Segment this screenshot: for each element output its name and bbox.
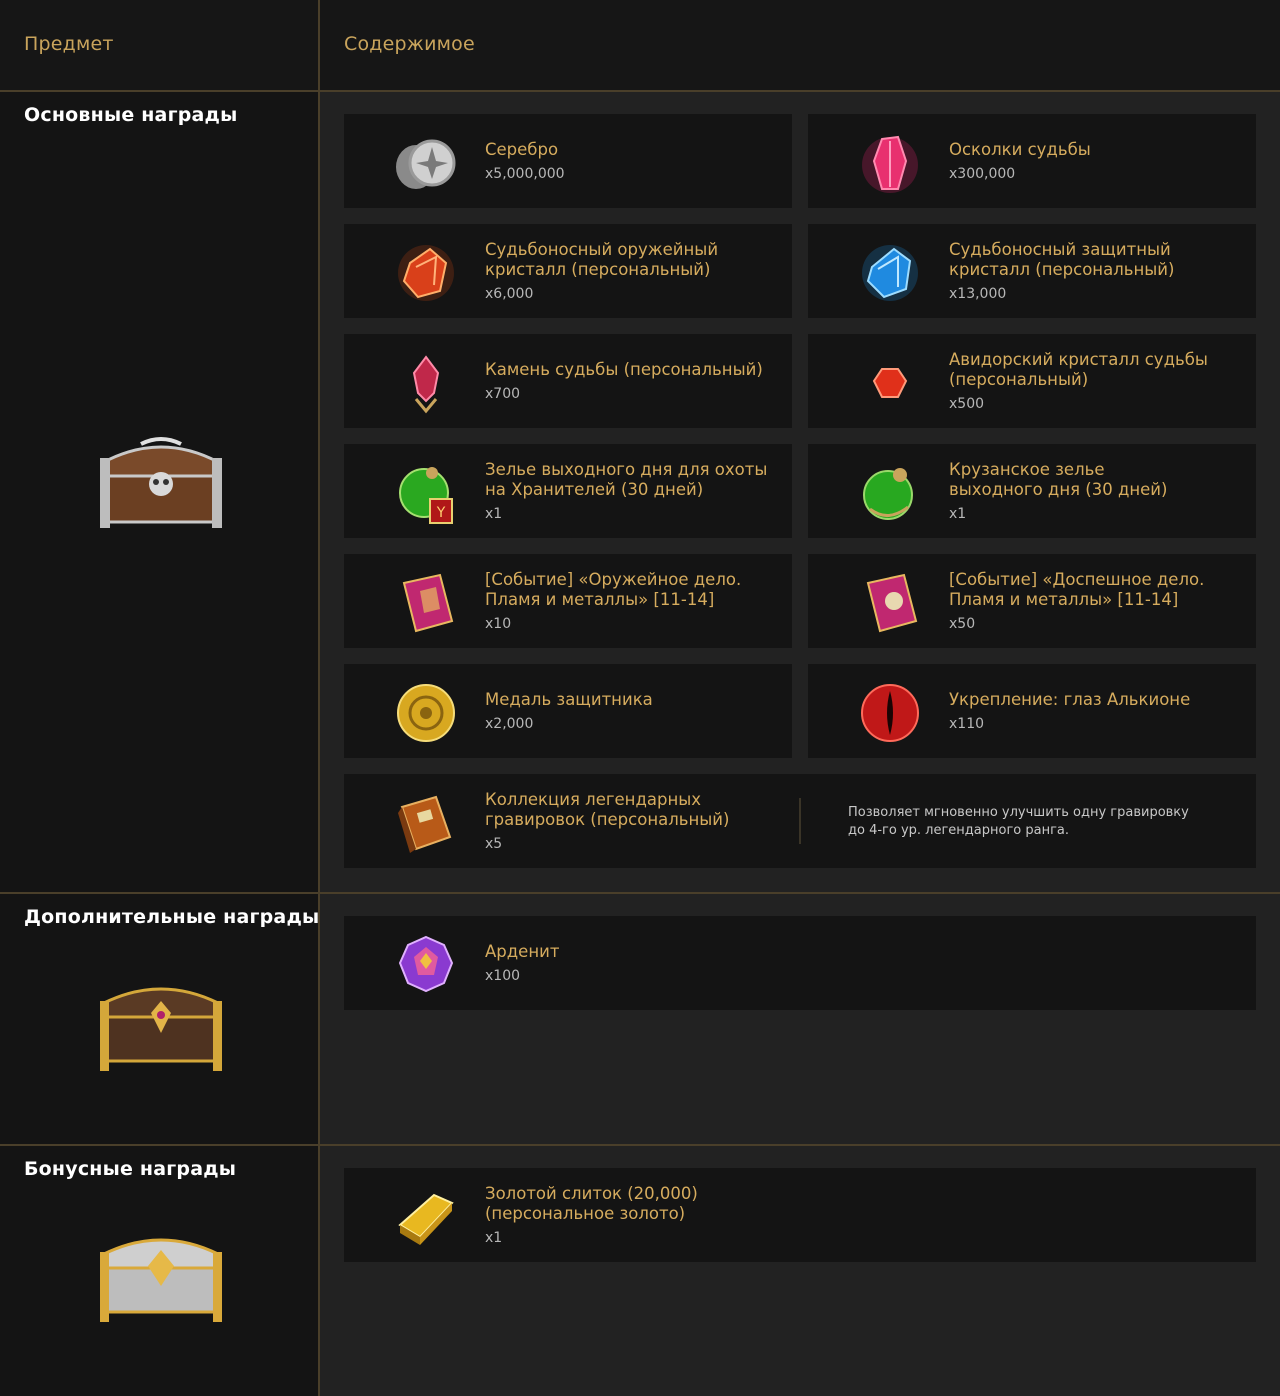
- gold-medal-icon: [397, 684, 455, 742]
- reward-description-line: до 4-го ур. легендарного ранга.: [848, 823, 1070, 838]
- reward-qty: x13,000: [949, 286, 1007, 302]
- reward-qty: x1: [949, 506, 967, 522]
- reward-card[interactable]: Судьбоносный оружейный кристалл (персона…: [344, 224, 792, 318]
- reward-qty: x300,000: [949, 166, 1016, 182]
- section-title-bonus: Бонусные награды: [24, 1158, 237, 1180]
- column-header-item: Предмет: [24, 33, 114, 55]
- pink-book-icon: [402, 573, 454, 633]
- column-header-content: Содержимое: [344, 33, 475, 55]
- reward-card[interactable]: Крузанское зелье выходного дня (30 дней)…: [808, 444, 1256, 538]
- reward-card-wide[interactable]: Арденит x100: [344, 916, 1256, 1010]
- reward-qty: x5,000,000: [485, 166, 565, 182]
- reward-name: на Хранителей (30 дней): [485, 480, 704, 499]
- brown-gold-chest-icon: [100, 987, 222, 1071]
- reward-qty: x100: [485, 968, 521, 984]
- row-divider: [0, 1144, 1280, 1146]
- brown-silver-skull-chest-icon: [100, 437, 222, 528]
- reward-name: Авидорский кристалл судьбы: [949, 350, 1208, 369]
- reward-qty: x110: [949, 716, 985, 732]
- reward-name: Пламя и металлы» [11-14]: [949, 590, 1179, 609]
- pink-book-icon: [866, 573, 918, 633]
- reward-name: Осколки судьбы: [949, 140, 1091, 159]
- reward-name: [Событие] «Доспешное дело.: [949, 570, 1205, 589]
- reward-name: Серебро: [485, 140, 559, 159]
- reward-card-wide[interactable]: Золотой слиток (20,000) (персональное зо…: [344, 1168, 1256, 1262]
- reward-card[interactable]: [Событие] «Доспешное дело. Пламя и метал…: [808, 554, 1256, 648]
- reward-name: Пламя и металлы» [11-14]: [485, 590, 715, 609]
- card-divider: [799, 798, 801, 844]
- reward-card[interactable]: Y Зелье выходного дня для охоты на Храни…: [344, 444, 792, 538]
- gold-bar-icon: [398, 1193, 454, 1245]
- silver-coins-icon: [396, 139, 456, 189]
- reward-name: выходного дня (30 дней): [949, 480, 1168, 499]
- rainbow-gem-icon: [398, 935, 454, 993]
- orange-engraving-book-icon: [398, 795, 452, 853]
- row-divider: [0, 892, 1280, 894]
- reward-description: Позволяет мгновенно улучшить одну гравир…: [848, 804, 1208, 840]
- reward-qty: x1: [485, 1230, 503, 1246]
- reward-card[interactable]: Судьбоносный защитный кристалл (персонал…: [808, 224, 1256, 318]
- reward-qty: x50: [949, 616, 976, 632]
- reward-card[interactable]: Камень судьбы (персональный) x700: [344, 334, 792, 428]
- orange-crystal-icon: [398, 245, 454, 301]
- pink-crystal-shard-icon: [862, 135, 918, 193]
- reward-qty: x2,000: [485, 716, 534, 732]
- reward-qty: x700: [485, 386, 521, 402]
- reward-name: [Событие] «Оружейное дело.: [485, 570, 742, 589]
- destiny-stone-icon: [412, 355, 440, 414]
- reward-name: (персональное золото): [485, 1204, 686, 1223]
- reward-card[interactable]: Медаль защитника x2,000: [344, 664, 792, 758]
- reward-name: гравировок (персональный): [485, 810, 730, 829]
- reward-name: Укрепление: глаз Алькионе: [949, 690, 1191, 709]
- reward-name: Крузанское зелье: [949, 460, 1105, 479]
- reward-name: кристалл (персональный): [485, 260, 711, 279]
- reward-card[interactable]: Осколки судьбы x300,000: [808, 114, 1256, 208]
- red-eye-icon: [861, 684, 919, 742]
- section-title-main: Основные награды: [24, 104, 238, 126]
- reward-qty: x500: [949, 396, 985, 412]
- section-title-extra: Дополнительные награды: [24, 906, 320, 928]
- reward-name: Золотой слиток (20,000): [485, 1184, 698, 1203]
- green-potion-badge-icon: Y: [399, 467, 453, 524]
- reward-qty: x1: [485, 506, 503, 522]
- reward-qty: x5: [485, 836, 503, 852]
- reward-name: Судьбоносный оружейный: [485, 240, 719, 259]
- reward-name: Камень судьбы (персональный): [485, 360, 763, 379]
- reward-qty: x10: [485, 616, 512, 632]
- reward-card[interactable]: Укрепление: глаз Алькионе x110: [808, 664, 1256, 758]
- reward-description-line: Позволяет мгновенно улучшить одну гравир…: [848, 805, 1189, 820]
- reward-name: Коллекция легендарных: [485, 790, 702, 809]
- table-header: Предмет Содержимое: [0, 0, 1280, 92]
- column-divider: [318, 0, 320, 1396]
- reward-card[interactable]: Авидорский кристалл судьбы (персональный…: [808, 334, 1256, 428]
- reward-name: (персональный): [949, 370, 1089, 389]
- reward-card[interactable]: Серебро x5,000,000: [344, 114, 792, 208]
- reward-name: Зелье выходного дня для охоты: [485, 460, 768, 479]
- blue-crystal-icon: [862, 245, 918, 301]
- reward-qty: x6,000: [485, 286, 534, 302]
- reward-name: Арденит: [485, 942, 560, 961]
- silver-gold-chest-icon: [100, 1238, 222, 1322]
- green-potion-icon: [863, 468, 913, 520]
- reward-card[interactable]: [Событие] «Оружейное дело. Пламя и метал…: [344, 554, 792, 648]
- reward-name: кристалл (персональный): [949, 260, 1175, 279]
- reward-name: Медаль защитника: [485, 690, 653, 709]
- reward-name: Судьбоносный защитный: [949, 240, 1171, 259]
- svg-text:Y: Y: [436, 505, 446, 521]
- reward-card-wide[interactable]: Коллекция легендарных гравировок (персон…: [344, 774, 1256, 868]
- red-gem-icon: [872, 368, 908, 398]
